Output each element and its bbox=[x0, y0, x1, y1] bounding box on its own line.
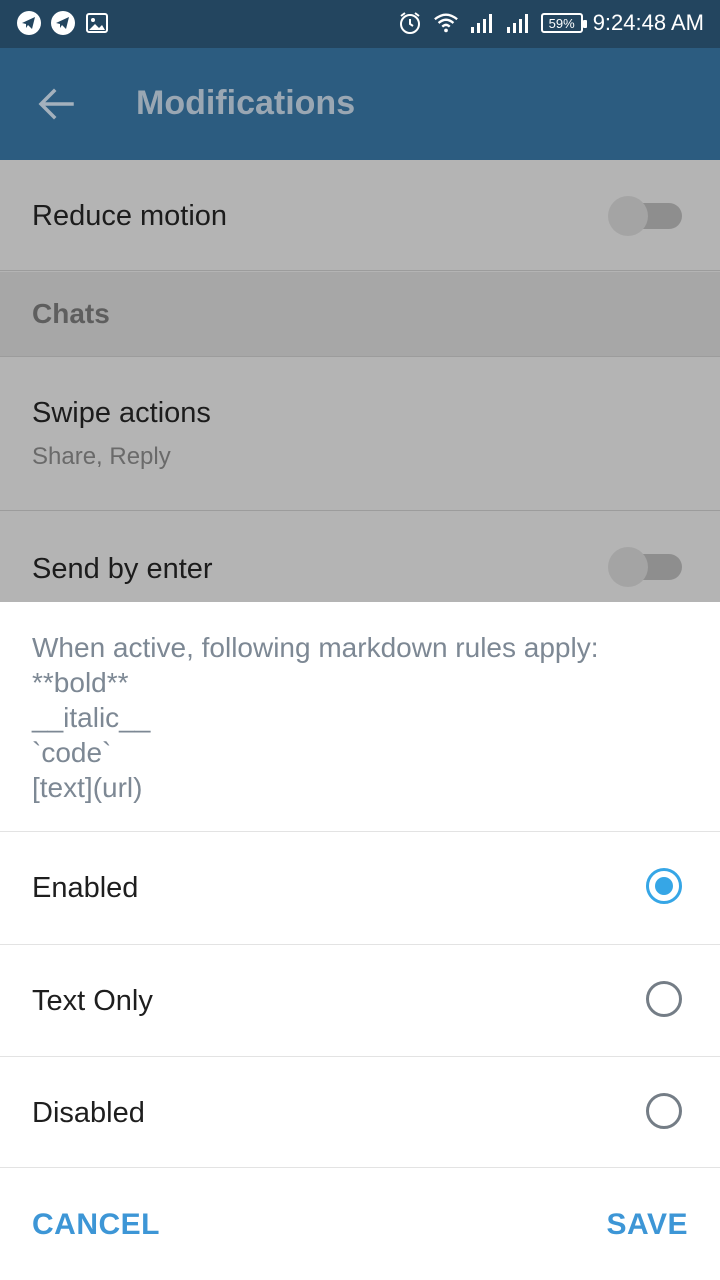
radio-checked-icon[interactable] bbox=[646, 868, 682, 904]
swipe-actions-row[interactable]: Swipe actions Share, Reply bbox=[0, 357, 720, 509]
app-bar: Modifications bbox=[0, 48, 720, 160]
page-title: Modifications bbox=[136, 84, 356, 122]
clock: 9:24:48 AM bbox=[592, 10, 704, 35]
section-header-chats: Chats bbox=[0, 272, 720, 356]
toggle-thumb bbox=[608, 196, 648, 236]
reduce-motion-toggle[interactable] bbox=[608, 196, 682, 236]
wifi-icon bbox=[433, 10, 459, 36]
description-line: When active, following markdown rules ap… bbox=[32, 632, 599, 663]
send-by-enter-toggle[interactable] bbox=[608, 547, 682, 587]
description-line: [text](url) bbox=[32, 772, 143, 803]
alarm-icon bbox=[397, 10, 423, 36]
notification-icons bbox=[16, 10, 110, 36]
divider bbox=[0, 270, 720, 271]
radio-unchecked-icon[interactable] bbox=[646, 981, 682, 1017]
option-text-only[interactable]: Text Only bbox=[0, 945, 720, 1057]
description-line: `code` bbox=[32, 737, 112, 768]
markdown-description: When active, following markdown rules ap… bbox=[32, 630, 692, 805]
reduce-motion-label: Reduce motion bbox=[32, 200, 228, 232]
option-label: Disabled bbox=[32, 1097, 145, 1129]
battery-indicator: 59% bbox=[540, 13, 587, 33]
signal-icon bbox=[469, 10, 495, 36]
telegram-icon bbox=[16, 10, 42, 36]
radio-unchecked-icon[interactable] bbox=[646, 1093, 682, 1129]
status-bar: 59% 9:24:48 AM bbox=[0, 0, 720, 48]
settings-list: Reduce motion Chats Swipe actions Share,… bbox=[0, 160, 720, 602]
reduce-motion-row[interactable]: Reduce motion bbox=[0, 160, 720, 270]
cancel-button[interactable]: CANCEL bbox=[32, 1208, 160, 1242]
description-line: __italic__ bbox=[32, 702, 151, 733]
option-label: Enabled bbox=[32, 872, 139, 904]
back-button[interactable] bbox=[36, 84, 76, 124]
send-by-enter-row[interactable]: Send by enter bbox=[0, 511, 720, 602]
send-by-enter-label: Send by enter bbox=[32, 553, 213, 585]
swipe-actions-label: Swipe actions bbox=[32, 397, 211, 429]
option-label: Text Only bbox=[32, 985, 153, 1017]
system-icons: 59% 9:24:48 AM bbox=[397, 10, 704, 36]
image-icon bbox=[84, 10, 110, 36]
dialog-actions: CANCEL SAVE bbox=[0, 1168, 720, 1280]
toggle-thumb bbox=[608, 547, 648, 587]
description-line: **bold** bbox=[32, 667, 129, 698]
option-enabled[interactable]: Enabled bbox=[0, 832, 720, 944]
swipe-actions-value: Share, Reply bbox=[32, 443, 171, 470]
signal-icon bbox=[505, 10, 531, 36]
section-label: Chats bbox=[32, 298, 110, 329]
save-button[interactable]: SAVE bbox=[607, 1208, 688, 1242]
arrow-left-icon bbox=[38, 88, 74, 120]
option-disabled[interactable]: Disabled bbox=[0, 1057, 720, 1169]
telegram-icon bbox=[50, 10, 76, 36]
